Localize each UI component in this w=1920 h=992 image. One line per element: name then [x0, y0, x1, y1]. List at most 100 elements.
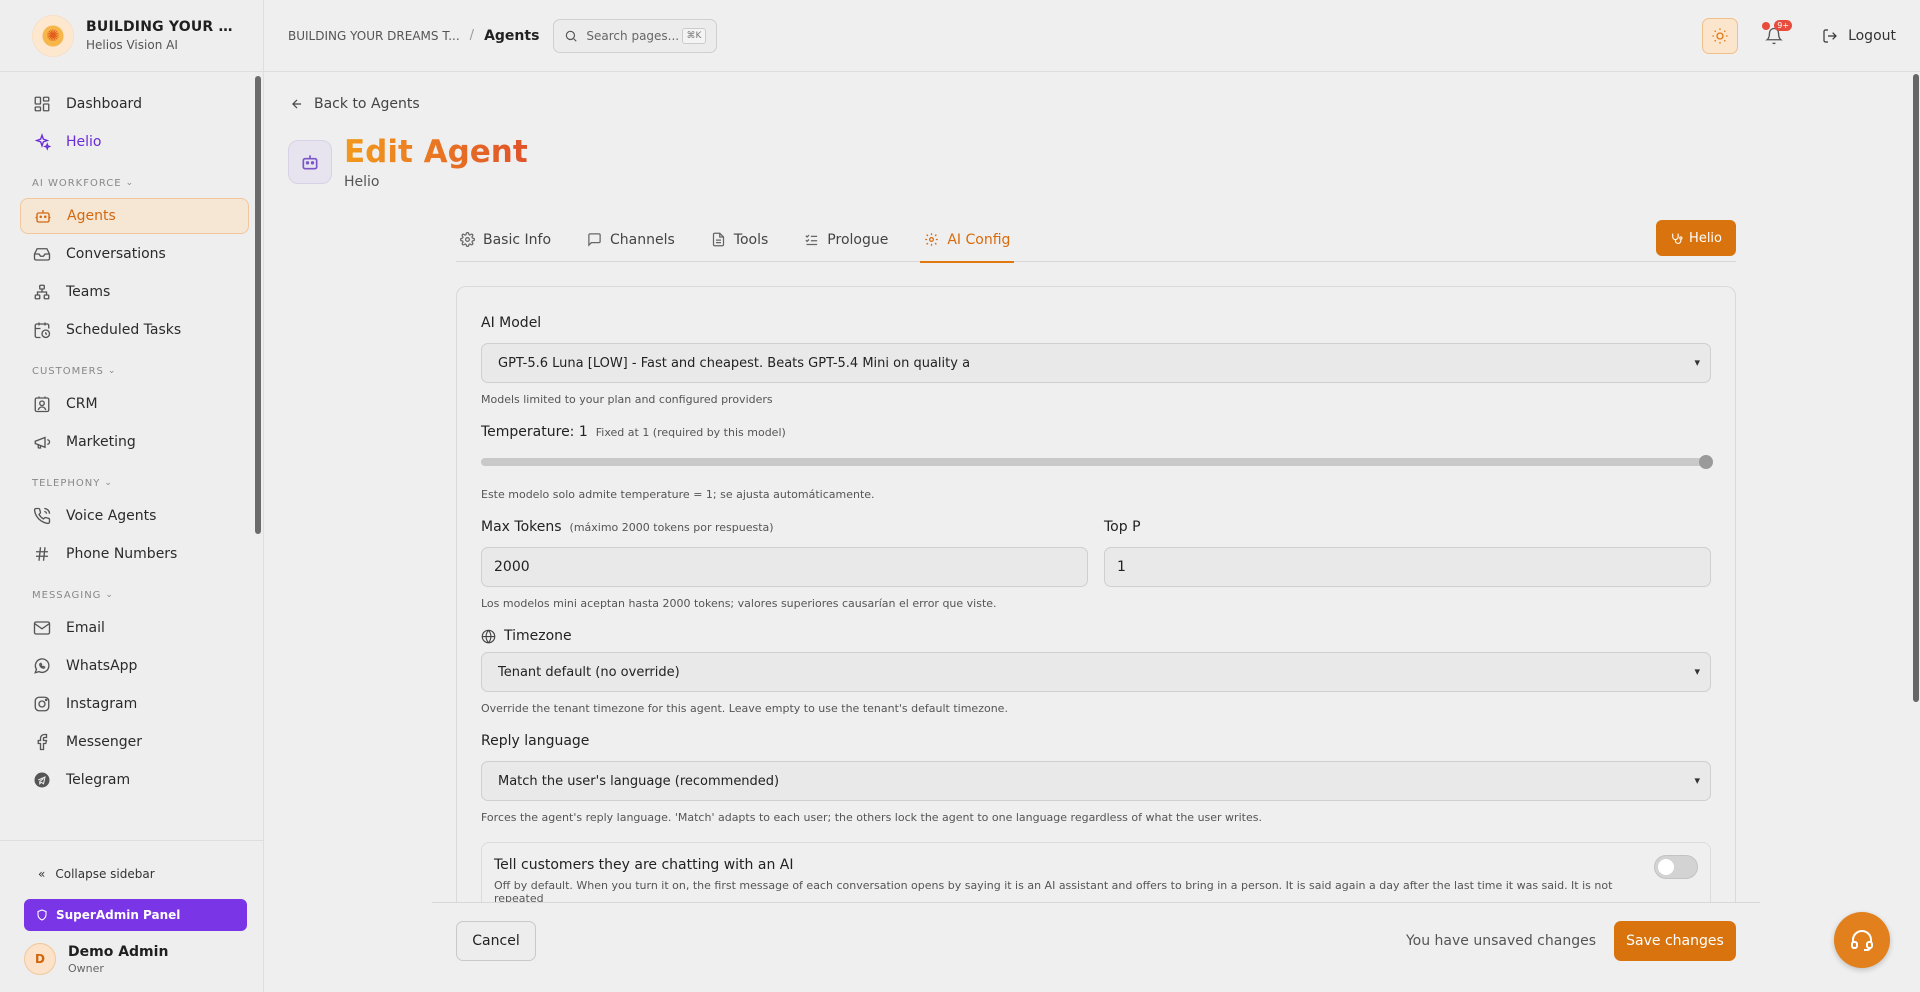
sidebar-item-voice-agents[interactable]: Voice Agents	[20, 498, 249, 534]
ai-model-label: AI Model	[481, 315, 542, 331]
sidebar-item-label: Instagram	[66, 696, 138, 712]
sparkles-icon	[32, 132, 52, 152]
sidebar-item-label: Agents	[67, 208, 116, 224]
sidebar-nav: Dashboard Helio AI WORKFORCE ⌄ Agents Con…	[0, 72, 263, 840]
max-tokens-note: (máximo 2000 tokens por respuesta)	[569, 520, 774, 534]
timezone-help: Override the tenant timezone for this ag…	[481, 702, 1008, 715]
timezone-select[interactable]: Tenant default (no override) ▾	[481, 652, 1711, 692]
reply-language-value: Match the user's language (recommended)	[498, 773, 780, 789]
chevron-down-icon: ⌄	[107, 366, 117, 376]
section-title: TELEPHONY	[32, 477, 101, 489]
notifications-button[interactable]: 9+	[1756, 18, 1793, 54]
avatar: D	[24, 943, 56, 975]
sidebar-item-instagram[interactable]: Instagram	[20, 686, 249, 722]
superadmin-panel-button[interactable]: SuperAdmin Panel	[24, 899, 247, 931]
section-ai-workforce[interactable]: AI WORKFORCE ⌄	[32, 176, 263, 190]
back-label: Back to Agents	[314, 96, 420, 112]
tab-label: Basic Info	[483, 231, 552, 248]
sidebar-item-telegram[interactable]: Telegram	[20, 762, 249, 798]
reply-language-select[interactable]: Match the user's language (recommended) …	[481, 761, 1711, 801]
section-title: MESSAGING	[32, 589, 102, 601]
chevron-down-icon: ▾	[1694, 356, 1700, 369]
helio-assistant-button[interactable]: Helio	[1656, 220, 1736, 256]
facebook-icon	[32, 732, 52, 752]
sidebar: ✺ BUILDING YOUR DRE... Helios Vision AI …	[0, 0, 264, 992]
sidebar-item-label: Messenger	[66, 734, 143, 750]
support-chat-button[interactable]	[1834, 912, 1890, 968]
telegram-icon	[32, 770, 52, 790]
search-input[interactable]: Search pages... ⌘K	[553, 18, 718, 53]
search-shortcut: ⌘K	[681, 27, 707, 44]
section-customers[interactable]: CUSTOMERS ⌄	[32, 364, 263, 378]
ai-model-select[interactable]: GPT-5.6 Luna [LOW] - Fast and cheapest. …	[481, 343, 1711, 383]
collapse-sidebar-button[interactable]: « Collapse sidebar	[0, 841, 263, 885]
user-menu[interactable]: D Demo Admin Owner	[0, 931, 263, 975]
tab-label: Prologue	[827, 231, 889, 248]
sidebar-item-label: Telegram	[66, 772, 131, 788]
tab-ai-config[interactable]: AI Config	[920, 218, 1015, 263]
breadcrumb-root[interactable]: BUILDING YOUR DREAMS T...	[288, 29, 460, 43]
sidebar-item-label: Phone Numbers	[66, 546, 178, 562]
sidebar-item-email[interactable]: Email	[20, 610, 249, 646]
max-tokens-input[interactable]: 2000	[481, 547, 1088, 587]
page-title: Edit Agent	[344, 134, 528, 170]
sidebar-item-helio[interactable]: Helio	[20, 124, 249, 160]
sidebar-item-label: Dashboard	[66, 96, 142, 112]
brand-subtitle: Helios Vision AI	[86, 38, 178, 52]
section-telephony[interactable]: TELEPHONY ⌄	[32, 476, 263, 490]
agent-tabs: Basic Info Channels Tools Prologue AI Co…	[456, 218, 1736, 263]
logout-button[interactable]: Logout	[1822, 28, 1896, 44]
slider-handle[interactable]	[1699, 455, 1713, 469]
instagram-icon	[32, 694, 52, 714]
temperature-slider[interactable]	[481, 455, 1713, 469]
top-p-input[interactable]: 1	[1104, 547, 1711, 587]
helio-button-label: Helio	[1689, 230, 1722, 246]
sidebar-item-label: Helio	[66, 134, 102, 150]
breadcrumb-separator: /	[469, 28, 475, 43]
back-to-agents-link[interactable]: Back to Agents	[290, 96, 420, 112]
timezone-label-row: Timezone	[481, 628, 1711, 644]
file-icon	[711, 232, 726, 247]
sidebar-item-label: WhatsApp	[66, 658, 138, 674]
sidebar-item-teams[interactable]: Teams	[20, 274, 249, 310]
superadmin-label: SuperAdmin Panel	[56, 908, 181, 922]
section-messaging[interactable]: MESSAGING ⌄	[32, 588, 263, 602]
cancel-button[interactable]: Cancel	[456, 921, 536, 961]
sidebar-item-crm[interactable]: CRM	[20, 386, 249, 422]
tab-channels[interactable]: Channels	[583, 218, 679, 262]
sidebar-item-label: CRM	[66, 396, 98, 412]
sidebar-item-label: Teams	[66, 284, 111, 300]
temperature-label-row: Temperature: 1 Fixed at 1 (required by t…	[481, 424, 1711, 440]
theme-toggle-button[interactable]	[1702, 18, 1739, 54]
logout-label: Logout	[1848, 28, 1896, 44]
sidebar-item-phone-numbers[interactable]: Phone Numbers	[20, 536, 249, 572]
tab-tools[interactable]: Tools	[707, 218, 773, 262]
page-heading: Edit Agent Helio	[288, 134, 528, 190]
sidebar-item-label: Conversations	[66, 246, 166, 262]
form-footer: Cancel You have unsaved changes Save cha…	[432, 902, 1760, 992]
sidebar-item-messenger[interactable]: Messenger	[20, 724, 249, 760]
save-changes-button[interactable]: Save changes	[1614, 921, 1736, 961]
tab-basic-info[interactable]: Basic Info	[456, 218, 555, 262]
page-subtitle: Helio	[344, 174, 380, 190]
tokens-row: Max Tokens (máximo 2000 tokens por respu…	[481, 519, 1711, 587]
sidebar-item-whatsapp[interactable]: WhatsApp	[20, 648, 249, 684]
notification-badge: 9+	[1774, 20, 1793, 31]
ai-model-value: GPT-5.6 Luna [LOW] - Fast and cheapest. …	[498, 355, 971, 371]
sidebar-item-conversations[interactable]: Conversations	[20, 236, 249, 272]
breadcrumb-current: Agents	[484, 27, 540, 44]
sidebar-scrollbar[interactable]	[255, 76, 261, 534]
sidebar-item-marketing[interactable]: Marketing	[20, 424, 249, 460]
sidebar-item-dashboard[interactable]: Dashboard	[20, 86, 249, 122]
page-scrollbar[interactable]	[1912, 72, 1920, 992]
sidebar-item-label: Voice Agents	[66, 508, 157, 524]
contact-icon	[32, 394, 52, 414]
sidebar-item-agents[interactable]: Agents	[20, 198, 249, 234]
max-tokens-label: Max Tokens	[481, 519, 562, 535]
brand[interactable]: ✺ BUILDING YOUR DRE... Helios Vision AI	[0, 0, 263, 72]
sidebar-item-scheduled-tasks[interactable]: Scheduled Tasks	[20, 312, 249, 348]
ai-disclosure-toggle[interactable]	[1654, 855, 1698, 879]
teams-icon	[32, 282, 52, 302]
chevron-down-icon: ▾	[1694, 665, 1700, 678]
tab-prologue[interactable]: Prologue	[800, 218, 892, 262]
